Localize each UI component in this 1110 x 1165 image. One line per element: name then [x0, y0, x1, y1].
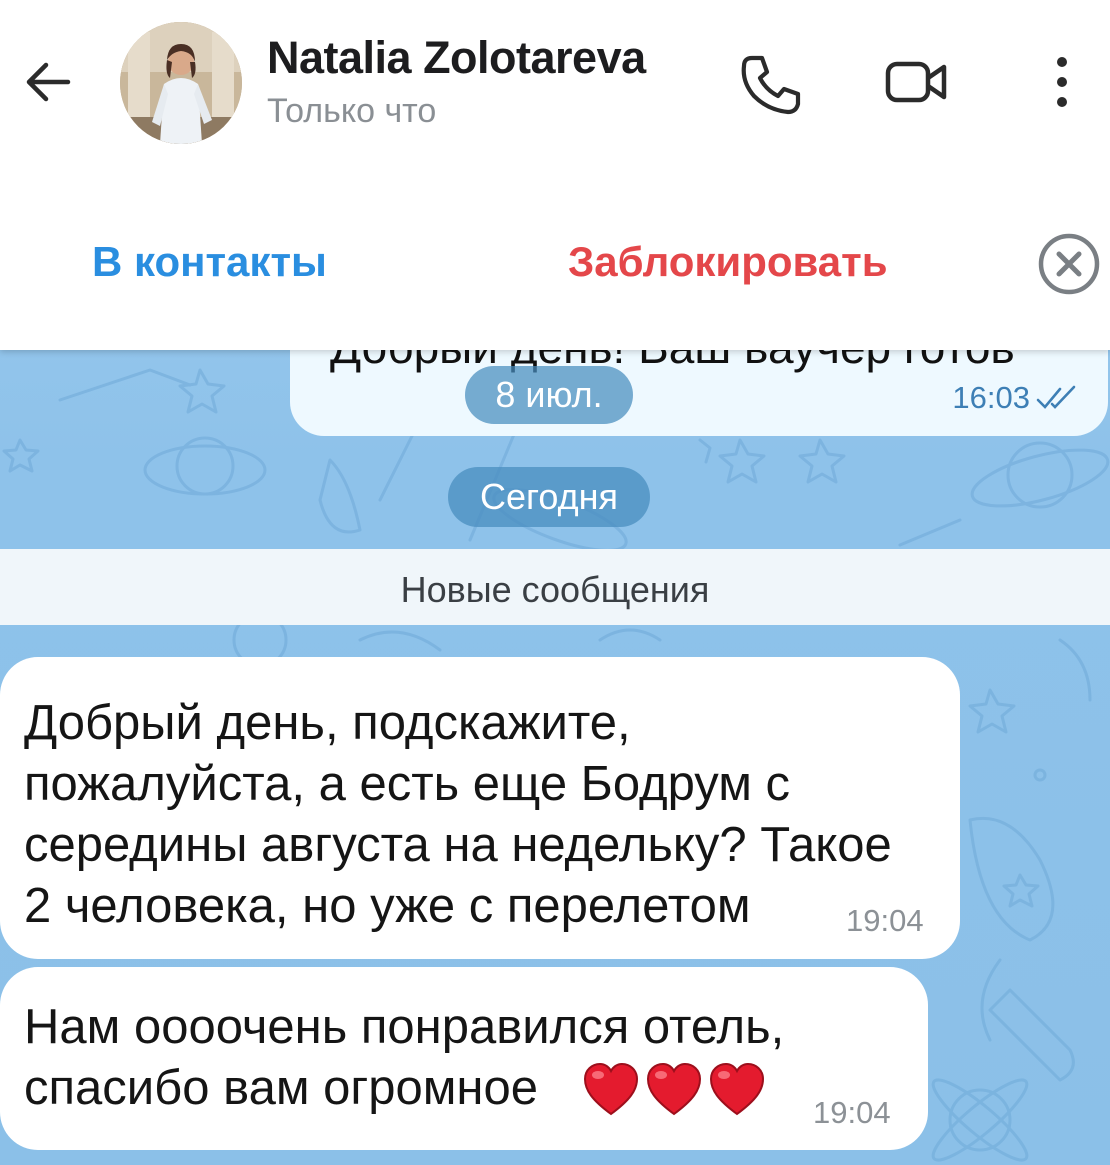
chat-header: Natalia Zolotareva Только что В контакты… [0, 0, 1110, 350]
contact-status: Только что [267, 92, 437, 130]
contact-name[interactable]: Natalia Zolotareva [267, 32, 646, 84]
back-arrow-icon[interactable] [18, 52, 78, 112]
incoming-message-bubble[interactable]: Нам оооочень понравился отель, спасибо в… [0, 967, 928, 1150]
video-camera-icon[interactable] [882, 52, 952, 112]
date-separator: 8 июл. [465, 366, 633, 424]
avatar[interactable] [120, 22, 242, 144]
new-messages-divider: Новые сообщения [0, 549, 1110, 625]
heart-icon [646, 1062, 702, 1116]
new-messages-label: Новые сообщения [400, 569, 710, 610]
heart-icon [709, 1062, 765, 1116]
incoming-message-bubble[interactable]: Добрый день, подскажите, пожалуйста, а е… [0, 657, 960, 959]
message-time: 19:04 [813, 1095, 891, 1130]
message-time: 16:03 [952, 380, 1030, 415]
heart-emoji-group [582, 1062, 766, 1124]
phone-icon[interactable] [738, 50, 804, 116]
more-vertical-icon[interactable] [1044, 52, 1080, 112]
block-user-button[interactable]: Заблокировать [568, 238, 888, 286]
read-double-check-icon [1036, 385, 1076, 409]
message-text: Добрый день, подскажите, пожалуйста, а е… [24, 696, 892, 933]
date-separator-today: Сегодня [448, 467, 650, 527]
close-circle-icon[interactable] [1036, 231, 1102, 297]
add-to-contacts-button[interactable]: В контакты [92, 238, 327, 286]
heart-icon [583, 1062, 639, 1116]
message-time: 19:04 [846, 903, 924, 938]
avatar-photo [120, 22, 242, 144]
